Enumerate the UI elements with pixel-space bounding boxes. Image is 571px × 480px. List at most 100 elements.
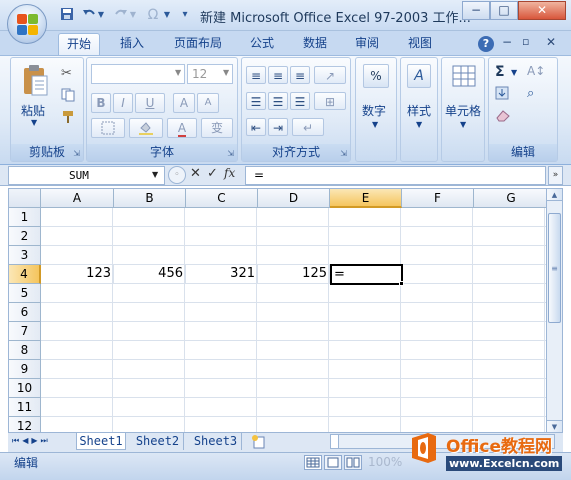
- column-header-b[interactable]: B: [114, 189, 186, 208]
- worksheet-grid[interactable]: A B C D E F G 1 2 3 4 5 6 7 8 9 10 11 12…: [8, 188, 548, 433]
- tab-page-layout[interactable]: 页面布局: [167, 33, 229, 55]
- font-color-button[interactable]: A: [167, 118, 197, 138]
- underline-button[interactable]: U: [135, 93, 165, 113]
- row-header-10[interactable]: 10: [9, 379, 41, 398]
- tab-formulas[interactable]: 公式: [244, 33, 280, 55]
- maximize-button[interactable]: □: [490, 1, 518, 20]
- styles-group[interactable]: A 样式 ▼: [400, 57, 438, 162]
- styles-dropdown-icon[interactable]: ▼: [416, 120, 422, 129]
- row-header-6[interactable]: 6: [9, 303, 41, 322]
- customize-icon[interactable]: ▾: [176, 7, 194, 23]
- cells-group[interactable]: 单元格 ▼: [441, 57, 485, 162]
- tab-insert[interactable]: 插入: [112, 33, 152, 55]
- clipboard-launcher-icon[interactable]: ⇲: [73, 149, 80, 158]
- horizontal-scroll-splitter[interactable]: [331, 435, 339, 448]
- fill-icon[interactable]: [495, 86, 509, 100]
- copy-icon[interactable]: [61, 88, 75, 102]
- paste-icon[interactable]: [21, 64, 49, 98]
- font-name-combo[interactable]: [91, 64, 185, 84]
- page-layout-view-icon[interactable]: [324, 455, 342, 470]
- paste-button[interactable]: 粘贴: [21, 102, 45, 119]
- tab-review[interactable]: 审阅: [348, 33, 386, 55]
- cancel-icon[interactable]: ✕: [190, 166, 201, 181]
- autosum-dropdown-icon[interactable]: ▼: [511, 68, 517, 77]
- row-header-4[interactable]: 4: [9, 265, 41, 284]
- row-header-7[interactable]: 7: [9, 322, 41, 341]
- grow-font-button[interactable]: A: [173, 93, 195, 113]
- row-header-3[interactable]: 3: [9, 246, 41, 265]
- row-header-1[interactable]: 1: [9, 208, 41, 227]
- enter-icon[interactable]: ✓: [207, 166, 218, 181]
- page-break-view-icon[interactable]: [344, 455, 362, 470]
- wrap-text-button[interactable]: ↵: [292, 118, 324, 136]
- undo-dropdown-icon[interactable]: ▼: [96, 7, 106, 23]
- scroll-up-icon[interactable]: ▲: [547, 189, 562, 201]
- column-header-a[interactable]: A: [41, 189, 114, 208]
- align-middle-button[interactable]: ≡: [268, 66, 288, 84]
- fill-handle[interactable]: [399, 281, 404, 286]
- italic-button[interactable]: I: [113, 93, 133, 113]
- sheet-tab-sheet1[interactable]: Sheet1: [76, 433, 126, 450]
- ribbon-restore-icon[interactable]: ▫: [522, 35, 529, 48]
- repeat-dropdown-icon[interactable]: ▼: [162, 7, 172, 23]
- expand-formula-icon[interactable]: »: [548, 166, 563, 185]
- cell-a4[interactable]: 123: [41, 265, 114, 284]
- zoom-level[interactable]: 100%: [368, 455, 402, 469]
- align-center-button[interactable]: ☰: [268, 92, 288, 110]
- save-icon[interactable]: [58, 7, 76, 23]
- formula-input[interactable]: =: [245, 166, 546, 185]
- cells-dropdown-icon[interactable]: ▼: [460, 120, 466, 129]
- column-header-g[interactable]: G: [474, 189, 547, 208]
- close-button[interactable]: ✕: [518, 1, 566, 20]
- align-bottom-button[interactable]: ≡: [290, 66, 310, 84]
- sheet-nav-icons[interactable]: ⏮◀▶⏭: [12, 436, 51, 446]
- tab-home[interactable]: 开始: [58, 33, 100, 55]
- normal-view-icon[interactable]: [304, 455, 322, 470]
- row-header-8[interactable]: 8: [9, 341, 41, 360]
- change-case-button[interactable]: 变: [201, 118, 233, 138]
- merge-center-button[interactable]: ⊞: [314, 92, 346, 110]
- scroll-thumb[interactable]: ≡: [548, 213, 561, 323]
- align-right-button[interactable]: ☰: [290, 92, 310, 110]
- office-button[interactable]: [7, 4, 47, 44]
- bold-button[interactable]: B: [91, 93, 111, 113]
- orientation-button[interactable]: ↗: [314, 66, 346, 84]
- formula-bar-handle-icon[interactable]: ◦: [168, 166, 186, 184]
- cell-d4[interactable]: 125: [258, 265, 330, 284]
- redo-dropdown-icon[interactable]: ▼: [128, 7, 138, 23]
- row-header-2[interactable]: 2: [9, 227, 41, 246]
- help-icon[interactable]: ?: [478, 36, 494, 52]
- align-top-button[interactable]: ≡: [246, 66, 266, 84]
- autosum-icon[interactable]: Σ: [495, 64, 505, 80]
- name-box-dropdown-icon[interactable]: ▼: [152, 170, 158, 179]
- font-size-dropdown-icon[interactable]: ▼: [223, 68, 229, 77]
- column-header-d[interactable]: D: [258, 189, 330, 208]
- row-header-5[interactable]: 5: [9, 284, 41, 303]
- align-left-button[interactable]: ☰: [246, 92, 266, 110]
- cut-icon[interactable]: ✂: [61, 66, 72, 81]
- shrink-font-button[interactable]: A: [197, 93, 219, 113]
- find-select-icon[interactable]: ⌕: [527, 86, 534, 101]
- format-painter-icon[interactable]: [61, 110, 75, 124]
- column-header-f[interactable]: F: [402, 189, 474, 208]
- cell-e4-active[interactable]: =: [330, 264, 403, 285]
- insert-function-icon[interactable]: fx: [224, 166, 235, 180]
- tab-data[interactable]: 数据: [296, 33, 334, 55]
- minimize-button[interactable]: −: [462, 1, 490, 20]
- tab-view[interactable]: 视图: [401, 33, 439, 55]
- row-header-12[interactable]: 12: [9, 417, 41, 432]
- alignment-launcher-icon[interactable]: ⇲: [340, 149, 347, 158]
- ribbon-close-icon[interactable]: ✕: [546, 35, 556, 49]
- vertical-scrollbar[interactable]: ▲ ≡ ▼: [546, 188, 563, 433]
- row-header-11[interactable]: 11: [9, 398, 41, 417]
- paste-dropdown-icon[interactable]: ▼: [31, 118, 37, 127]
- decrease-indent-button[interactable]: ⇤: [246, 118, 266, 136]
- insert-sheet-icon[interactable]: [250, 434, 268, 449]
- font-launcher-icon[interactable]: ⇲: [227, 149, 234, 158]
- fill-color-button[interactable]: [129, 118, 163, 138]
- column-header-c[interactable]: C: [186, 189, 258, 208]
- ribbon-minimize-icon[interactable]: −: [502, 35, 512, 49]
- number-group[interactable]: % 数字 ▼: [355, 57, 397, 162]
- clear-icon[interactable]: [495, 108, 510, 122]
- row-header-9[interactable]: 9: [9, 360, 41, 379]
